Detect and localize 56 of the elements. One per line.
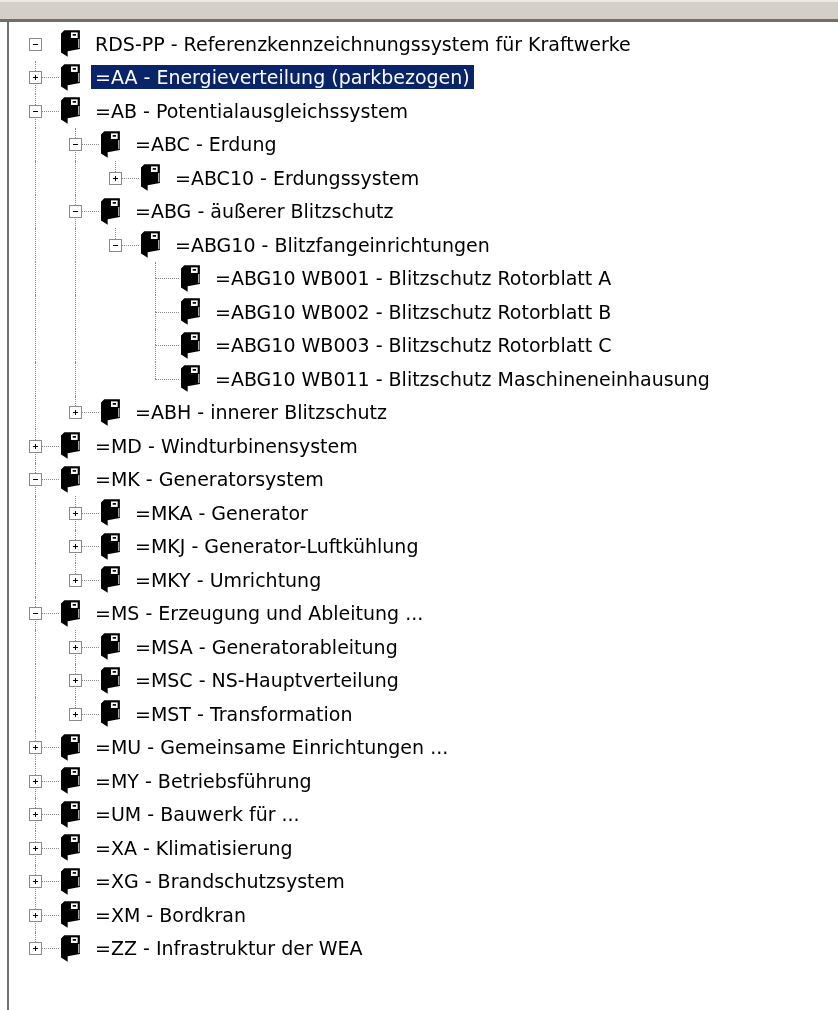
tree-item[interactable]: =MK - Generatorsystem [91, 467, 328, 492]
tree-item[interactable]: =MKA - Generator [131, 500, 312, 525]
book-icon [101, 666, 121, 694]
book-icon [181, 331, 201, 359]
tree-item[interactable]: =MS - Erzeugung und Ableitung ... [91, 601, 428, 626]
book-icon [101, 566, 121, 594]
tree-item[interactable]: =ABC - Erdung [131, 132, 281, 157]
book-icon [61, 432, 81, 460]
book-icon [61, 599, 81, 627]
tree-item[interactable]: =MU - Gemeinsame Einrichtungen ... [91, 735, 453, 760]
book-icon [101, 633, 121, 661]
tree-item[interactable]: =ZZ - Infrastruktur der WEA [91, 936, 367, 961]
tree-item[interactable]: =MKY - Umrichtung [131, 567, 326, 592]
book-icon [61, 733, 81, 761]
book-icon [141, 164, 161, 192]
book-icon [61, 63, 81, 91]
book-icon [101, 499, 121, 527]
tree-item[interactable]: =XG - Brandschutzsystem [91, 869, 349, 894]
book-icon [61, 97, 81, 125]
book-icon [61, 834, 81, 862]
book-icon [181, 264, 201, 292]
tree-item[interactable]: =ABG - äußerer Blitzschutz [131, 199, 398, 224]
tree-item[interactable]: =MY - Betriebsführung [91, 768, 316, 793]
book-icon [141, 231, 161, 259]
tree-item[interactable]: =UM - Bauwerk für ... [91, 802, 304, 827]
book-icon [61, 934, 81, 962]
book-icon [181, 298, 201, 326]
book-icon [101, 130, 121, 158]
book-icon [181, 365, 201, 393]
book-icon [101, 197, 121, 225]
book-icon [61, 901, 81, 929]
tree-item[interactable]: =ABG10 WB001 - Blitzschutz Rotorblatt A [211, 266, 616, 291]
tree-item[interactable]: =AA - Energieverteilung (parkbezogen) [91, 65, 474, 90]
tree-item[interactable]: =AB - Potentialausgleichssystem [91, 98, 413, 123]
tree-item[interactable]: =MST - Transformation [131, 701, 357, 726]
book-icon [61, 867, 81, 895]
tree-item[interactable]: =ABG10 - Blitzfangeinrichtungen [171, 232, 494, 257]
tree-item[interactable]: =MD - Windturbinensystem [91, 433, 362, 458]
tree-item[interactable]: RDS-PP - Referenzkennzeichnungssystem für Kraftwerke [91, 31, 635, 56]
tree-item[interactable]: =ABG10 WB011 - Blitzschutz Maschineneinhausung [211, 366, 714, 391]
tree-item[interactable]: =ABG10 WB002 - Blitzschutz Rotorblatt B [211, 299, 616, 324]
tree-item[interactable]: =MSC - NS-Hauptverteilung [131, 668, 403, 693]
tree-item[interactable]: =ABH - innerer Blitzschutz [131, 400, 392, 425]
tree-item[interactable]: =XA - Klimatisierung [91, 835, 297, 860]
book-icon [101, 532, 121, 560]
tree-item[interactable]: =ABC10 - Erdungssystem [171, 165, 424, 190]
book-icon [101, 398, 121, 426]
tree-item[interactable]: =ABG10 WB003 - Blitzschutz Rotorblatt C [211, 333, 616, 358]
book-icon [101, 700, 121, 728]
book-icon [61, 30, 81, 58]
tree-item[interactable]: =MSA - Generatorableitung [131, 634, 402, 659]
tree-item[interactable]: =XM - Bordkran [91, 902, 250, 927]
book-icon [61, 800, 81, 828]
tree-item[interactable]: =MKJ - Generator-Luftkühlung [131, 534, 423, 559]
book-icon [61, 465, 81, 493]
book-icon [61, 767, 81, 795]
